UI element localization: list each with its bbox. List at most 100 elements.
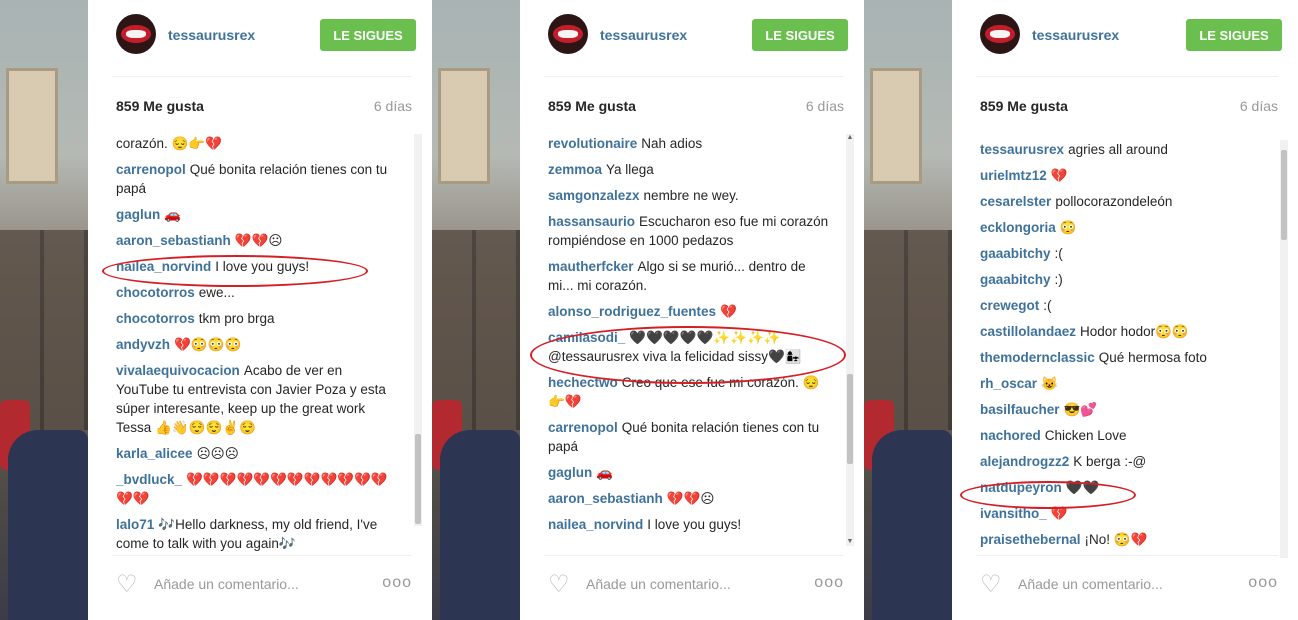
- comment-username[interactable]: aaron_sebastianh: [548, 491, 663, 506]
- post-age[interactable]: 6 días: [374, 98, 412, 114]
- comment-username[interactable]: nachored: [980, 428, 1041, 443]
- comment-text: 💔: [1050, 168, 1068, 183]
- scroll-up-arrow-icon[interactable]: ▲: [846, 134, 854, 142]
- comments-scrollbar[interactable]: [1280, 140, 1288, 558]
- likes-count[interactable]: 859 Me gusta: [980, 98, 1068, 114]
- post-age[interactable]: 6 días: [1240, 98, 1278, 114]
- comment-username[interactable]: ivansitho_: [980, 506, 1047, 521]
- follow-button[interactable]: LE SIGUES: [1186, 19, 1282, 51]
- follow-button[interactable]: LE SIGUES: [752, 19, 848, 51]
- comment-text: agries all around: [1068, 142, 1168, 157]
- comment-list[interactable]: tessaurusrex agries all around urielmtz12 💔…: [980, 140, 1264, 560]
- comment-username[interactable]: ecklongoria: [980, 220, 1056, 235]
- comment-username[interactable]: karla_alicee: [116, 446, 193, 461]
- photo-figure: [440, 430, 520, 620]
- avatar[interactable]: [548, 14, 588, 54]
- scrollbar-thumb[interactable]: [1281, 150, 1287, 240]
- comment-username[interactable]: alonso_rodriguez_fuentes: [548, 304, 716, 319]
- comment-username[interactable]: aaron_sebastianh: [116, 233, 231, 248]
- comment-text: ☹☹☹: [196, 446, 239, 461]
- username-link[interactable]: tessaurusrex: [1032, 27, 1119, 43]
- comments-scrollbar[interactable]: [414, 134, 422, 526]
- comment-username[interactable]: hechectwo: [548, 375, 618, 390]
- post-photo[interactable]: [864, 0, 952, 620]
- comment-username[interactable]: crewegot: [980, 298, 1039, 313]
- comment-username[interactable]: rh_oscar: [980, 376, 1037, 391]
- comment-username[interactable]: zemmoa: [548, 162, 602, 177]
- comment-username[interactable]: urielmtz12: [980, 168, 1047, 183]
- post-photo[interactable]: [432, 0, 520, 620]
- comment-item: gaglun 🚗: [116, 205, 398, 224]
- comment-username[interactable]: themodernclassic: [980, 350, 1095, 365]
- comment-username[interactable]: revolutionaire: [548, 136, 637, 151]
- avatar[interactable]: [116, 14, 156, 54]
- comment-username[interactable]: mautherfcker: [548, 259, 634, 274]
- comment-username[interactable]: vivalaequivocacion: [116, 363, 240, 378]
- comment-username[interactable]: gaaabitchy: [980, 272, 1051, 287]
- photo-window: [870, 68, 922, 184]
- comment-username[interactable]: _bvdluck_: [116, 472, 182, 487]
- comment-username[interactable]: lalo71: [116, 517, 154, 532]
- add-comment-input[interactable]: [1018, 576, 1199, 592]
- scroll-down-arrow-icon[interactable]: ▼: [846, 538, 854, 546]
- comment-username[interactable]: andyvzh: [116, 337, 170, 352]
- comment-footer: ♡ ooo: [544, 555, 844, 620]
- comment-text: ewe...: [198, 285, 235, 300]
- comment-username[interactable]: carrenopol: [548, 420, 618, 435]
- comment-username[interactable]: basilfaucher: [980, 402, 1060, 417]
- comment-username[interactable]: nailea_norvind: [548, 517, 643, 532]
- comment-username[interactable]: gaaabitchy: [980, 246, 1051, 261]
- comment-item: hechectwo Creo que ese fue mi corazón. 😔👉…: [548, 373, 830, 411]
- comment-username[interactable]: hassansaurio: [548, 214, 635, 229]
- comment-username[interactable]: praisethebernal: [980, 532, 1081, 547]
- more-dots-icon[interactable]: ooo: [382, 574, 412, 592]
- comment-username[interactable]: gaglun: [548, 465, 592, 480]
- comment-username[interactable]: natdupeyron: [980, 480, 1062, 495]
- comment-item: corazón. 😔👉💔: [116, 134, 398, 153]
- comment-username[interactable]: camilasodi_: [548, 330, 625, 345]
- avatar[interactable]: [980, 14, 1020, 54]
- likes-count[interactable]: 859 Me gusta: [116, 98, 204, 114]
- username-link[interactable]: tessaurusrex: [600, 27, 687, 43]
- comment-username[interactable]: chocotorros: [116, 311, 195, 326]
- comment-item: themodernclassic Qué hermosa foto: [980, 348, 1264, 367]
- heart-outline-icon[interactable]: ♡: [980, 573, 1002, 597]
- comment-username[interactable]: carrenopol: [116, 162, 186, 177]
- comment-text: Chicken Love: [1044, 428, 1127, 443]
- comment-item: chocotorros tkm pro brga: [116, 309, 398, 328]
- comment-text: I love you guys!: [647, 517, 742, 532]
- comment-username[interactable]: alejandrogzz2: [980, 454, 1069, 469]
- comment-username[interactable]: gaglun: [116, 207, 160, 222]
- divider: [544, 76, 844, 77]
- comment-item: crewegot:(: [980, 296, 1264, 315]
- comment-text: Nah adios: [641, 136, 703, 151]
- add-comment-input[interactable]: [154, 576, 335, 592]
- comment-username[interactable]: nailea_norvind: [116, 259, 211, 274]
- likes-count[interactable]: 859 Me gusta: [548, 98, 636, 114]
- more-dots-icon[interactable]: ooo: [1248, 574, 1278, 592]
- scrollbar-thumb[interactable]: [415, 434, 421, 524]
- add-comment-input[interactable]: [586, 576, 767, 592]
- more-dots-icon[interactable]: ooo: [814, 574, 844, 592]
- comment-list[interactable]: corazón. 😔👉💔 carrenopol Qué bonita relació…: [116, 134, 398, 554]
- scrollbar-thumb[interactable]: [847, 374, 853, 464]
- heart-outline-icon[interactable]: ♡: [548, 573, 570, 597]
- username-link[interactable]: tessaurusrex: [168, 27, 255, 43]
- post-photo[interactable]: [0, 0, 88, 620]
- comment-username[interactable]: castillolandaez: [980, 324, 1076, 339]
- follow-button[interactable]: LE SIGUES: [320, 19, 416, 51]
- comment-username[interactable]: cesarelster: [980, 194, 1051, 209]
- photo-window: [438, 68, 490, 184]
- comments-scrollbar[interactable]: ▲ ▼: [846, 134, 854, 546]
- comment-text: 😺: [1041, 376, 1058, 391]
- comment-item: mautherfcker Algo si se murió... dentro d…: [548, 257, 830, 295]
- post-age[interactable]: 6 días: [806, 98, 844, 114]
- comment-username[interactable]: samgonzalezx: [548, 188, 640, 203]
- comment-username[interactable]: tessaurusrex: [980, 142, 1064, 157]
- comment-list[interactable]: revolutionaire Nah adios zemmoa Ya llega sam…: [548, 134, 830, 554]
- comment-text: Ya llega: [606, 162, 654, 177]
- heart-outline-icon[interactable]: ♡: [116, 573, 138, 597]
- comment-username[interactable]: chocotorros: [116, 285, 195, 300]
- comment-item: vivalaequivocacion Acabo de ver en YouTub…: [116, 361, 398, 437]
- post-sidebar: tessaurusrex LE SIGUES 859 Me gusta 6 dí…: [520, 0, 864, 620]
